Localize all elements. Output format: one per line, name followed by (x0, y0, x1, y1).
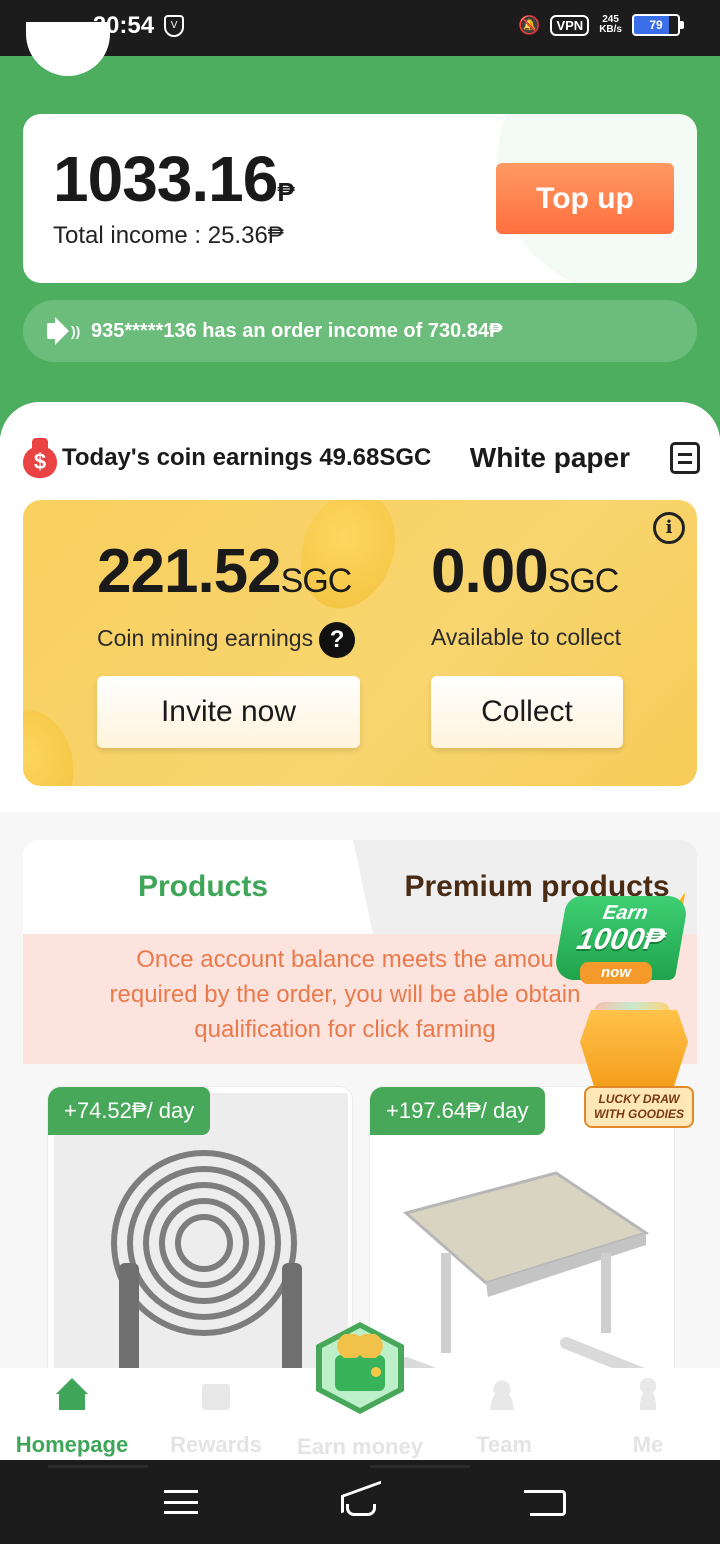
nav-rewards[interactable]: Rewards (144, 1368, 288, 1460)
lucky-line: WITH GOODIES (594, 1107, 684, 1121)
coin-mining-card: i 221.52SGC Coin mining earnings? 0.00SG… (23, 500, 697, 786)
speed-unit: KB/s (599, 24, 622, 35)
gift-box-icon (580, 1010, 688, 1090)
gift-icon (200, 1378, 232, 1410)
nav-me[interactable]: Me (576, 1368, 720, 1460)
available-amount: 0.00 (431, 537, 549, 606)
today-coin-earnings: Today's coin earnings 49.68SGC (62, 444, 432, 471)
home-button-icon[interactable] (338, 1480, 384, 1518)
available-unit: SGC (547, 562, 620, 600)
mining-label-text: Coin mining earnings (97, 625, 314, 652)
nav-label: Homepage (15, 1432, 129, 1457)
total-income: Total income : 25.36₱ (53, 222, 284, 249)
coins-icon (336, 1334, 384, 1358)
avatar[interactable] (26, 22, 110, 76)
collect-button[interactable]: Collect (431, 676, 623, 748)
network-speed: 245 KB/s (599, 15, 622, 35)
income-notice-bar: )) 935*****136 has an order income of 73… (23, 300, 697, 362)
nav-team[interactable]: Team (432, 1368, 576, 1460)
daily-income-badge: +197.64₱/ day (370, 1087, 545, 1135)
balance-card: 1033.16₱ Total income : 25.36₱ Top up (23, 114, 697, 283)
back-icon[interactable] (524, 1490, 566, 1516)
money-bag-icon: $ (22, 438, 58, 478)
level-tag (48, 1465, 148, 1468)
invite-now-button[interactable]: Invite now (97, 676, 360, 748)
shield-icon: V (164, 15, 185, 37)
nav-homepage[interactable]: Homepage (0, 1368, 144, 1460)
nav-label: Earn money (297, 1434, 423, 1459)
help-icon[interactable]: ? (319, 622, 356, 658)
speaker-icon: )) (47, 317, 83, 345)
lucky-draw-promo[interactable]: Earn 1000₱ now LUCKY DRAW WITH GOODIES (552, 886, 706, 1140)
home-icon (56, 1378, 88, 1410)
mining-earnings-label: Coin mining earnings? (97, 622, 356, 658)
notice-text: 935*****136 has an order income of 730.8… (91, 319, 503, 342)
status-right: 🔕 VPN 245 KB/s 79 (518, 14, 684, 36)
daily-income-badge: +74.52₱/ day (48, 1087, 211, 1135)
lucky-line: LUCKY DRAW (598, 1092, 680, 1106)
lucky-draw-label: LUCKY DRAW WITH GOODIES (584, 1086, 694, 1128)
vpn-badge: VPN (550, 14, 590, 36)
battery-icon: 79 (632, 14, 684, 36)
mining-unit: SGC (280, 562, 353, 600)
coin-earnings-row: $ Today's coin earnings 49.68SGC White p… (22, 436, 702, 480)
system-navigation-bar (0, 1460, 720, 1544)
tab-products[interactable]: Products (23, 840, 373, 934)
top-up-button[interactable]: Top up (496, 163, 674, 234)
available-label: Available to collect (431, 624, 622, 650)
nav-label: Team (476, 1432, 532, 1457)
mute-bell-icon: 🔕 (518, 14, 541, 35)
earn-amount: 1000₱ (574, 923, 668, 956)
account-header: 1033.16₱ Total income : 25.36₱ Top up ))… (0, 22, 720, 436)
balance-amount: 1033.16₱ (53, 142, 295, 216)
balance-value: 1033.16 (53, 143, 278, 215)
mining-earnings-value: 221.52SGC (97, 536, 353, 607)
mining-value: 221.52 (97, 537, 282, 606)
user-icon (632, 1378, 664, 1410)
level-tag (370, 1465, 470, 1468)
team-icon (488, 1378, 520, 1410)
document-icon[interactable] (670, 442, 700, 474)
wallet-icon (335, 1355, 385, 1391)
currency-symbol: ₱ (277, 177, 294, 207)
now-pill: now (580, 962, 652, 984)
earn-word: Earn (601, 902, 650, 924)
available-value: 0.00SGC (431, 536, 620, 607)
info-icon[interactable]: i (653, 512, 685, 544)
nav-label: Me (632, 1432, 664, 1457)
nav-label: Rewards (170, 1432, 262, 1457)
white-paper-link[interactable]: White paper (470, 442, 630, 474)
menu-icon[interactable] (164, 1490, 198, 1514)
earn-money-button[interactable] (316, 1322, 404, 1414)
coin-decoration (23, 703, 82, 786)
